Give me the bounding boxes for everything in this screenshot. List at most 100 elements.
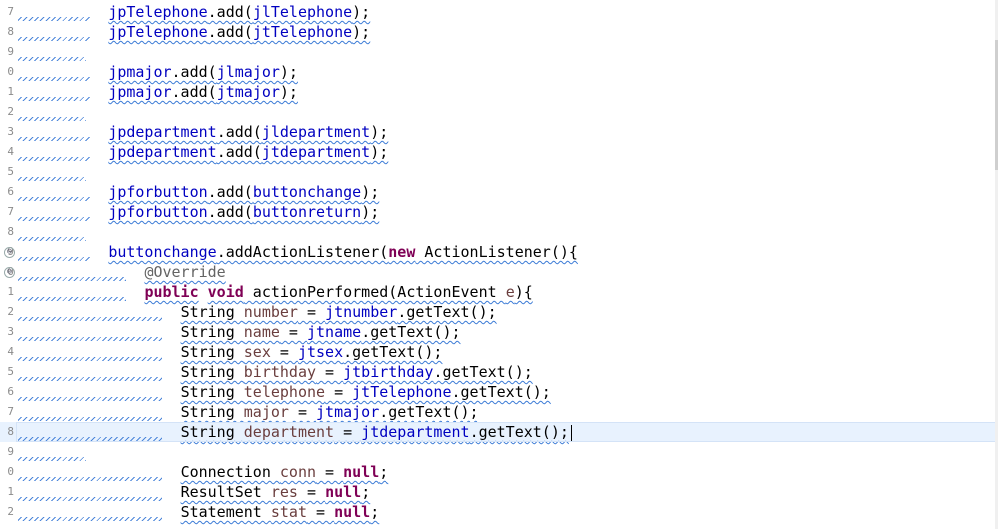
code-line[interactable]: 6 String telephone = jtTelephone.getText… (0, 382, 998, 402)
line-number: 9 (7, 45, 14, 58)
field-token: buttonchange (108, 243, 217, 261)
code-text: jpdepartment.add(jtdepartment); (18, 142, 388, 162)
code-token: String (180, 423, 244, 441)
code-line[interactable]: 9 ⊖ buttonchange.addActionListener(new Ac… (0, 242, 998, 262)
code-token: = (334, 423, 362, 441)
code-text: jpforbutton.add(buttonchange); (18, 182, 379, 202)
code-line[interactable]: 7 String major = jtmajor.getText(); (0, 402, 998, 422)
variable-token: stat (270, 503, 307, 521)
code-text: jpmajor.add(jlmajor); (18, 62, 298, 82)
code-line[interactable]: 0 Connection conn = null; (0, 462, 998, 482)
code-line[interactable]: 0 jpmajor.add(jlmajor); (0, 62, 998, 82)
code-token: ; (379, 463, 389, 481)
field-token: jtTelephone (352, 383, 452, 401)
code-text: public void actionPerformed(ActionEvent … (18, 282, 533, 302)
code-line[interactable]: 8 jpTelephone.add(jtTelephone); (0, 22, 998, 42)
code-line[interactable]: 7 jpforbutton.add(buttonreturn); (0, 202, 998, 222)
code-line[interactable]: 3 jpdepartment.add(jldepartment); (0, 122, 998, 142)
code-token: ); (370, 123, 389, 141)
line-number: 8 (7, 225, 14, 238)
code-text: String department = jtdepartment.getText… (18, 422, 572, 442)
variable-token: number (243, 303, 298, 321)
keyword-token: new (388, 243, 416, 261)
field-token: buttonchange (252, 183, 362, 201)
code-token: = (325, 383, 353, 401)
code-line[interactable]: 4 jpdepartment.add(jtdepartment); (0, 142, 998, 162)
code-text: String birthday = jtbirthday.getText(); (18, 362, 533, 382)
field-token: jpmajor (108, 83, 172, 101)
variable-token: sex (243, 343, 271, 361)
code-line[interactable]: 2 Statement stat = null; (0, 502, 998, 522)
field-token: jtsex (297, 343, 344, 361)
line-number: 4 (7, 345, 14, 358)
code-token: .add( (216, 143, 262, 161)
code-line[interactable]: 8 String department = jtdepartment.getTe… (0, 422, 998, 442)
field-token: jpforbutton (108, 183, 208, 201)
code-line[interactable]: 1 jpmajor.add(jtmajor); (0, 82, 998, 102)
code-line[interactable]: 3 String name = jtname.getText(); (0, 322, 998, 342)
field-token: jldepartment (261, 123, 371, 141)
line-number: 1 (7, 285, 14, 298)
code-line[interactable]: 5 String birthday = jtbirthday.getText()… (0, 362, 998, 382)
code-token: = (307, 503, 335, 521)
line-number: 6 (7, 385, 14, 398)
code-token: ); (352, 23, 371, 41)
code-token: ); (279, 83, 298, 101)
code-token: = (297, 303, 326, 321)
code-token: actionPerformed(ActionEvent (243, 283, 506, 301)
code-token: ); (352, 3, 371, 21)
keyword-token: null (325, 483, 362, 501)
fold-toggle-icon[interactable]: ⊖ (4, 267, 15, 278)
code-token: ){ (514, 283, 533, 301)
line-number: 3 (7, 325, 14, 338)
variable-token: res (270, 483, 298, 501)
code-line[interactable]: 9 (0, 442, 998, 462)
code-line[interactable]: 4 String sex = jtsex.getText(); (0, 342, 998, 362)
code-token: .getText(); (469, 423, 569, 441)
line-number: 5 (7, 365, 14, 378)
code-text: Statement stat = null; (18, 502, 380, 522)
code-line[interactable]: 1 public void actionPerformed(ActionEven… (0, 282, 998, 302)
code-line[interactable]: 8 (0, 222, 998, 242)
code-token: .getText(); (361, 323, 461, 341)
code-text: jpTelephone.add(jlTelephone); (18, 2, 370, 22)
code-line[interactable]: 2 (0, 102, 998, 122)
warning-underline (18, 237, 86, 241)
code-line[interactable]: 7 jpTelephone.add(jlTelephone); (0, 2, 998, 22)
code-line[interactable]: 2 String number = jtnumber.getText(); (0, 302, 998, 322)
field-token: jtbirthday (343, 363, 434, 381)
line-number: 8 (7, 25, 14, 38)
code-token: String (180, 363, 244, 381)
variable-token: e (505, 283, 515, 301)
field-token: jtmajor (216, 83, 280, 101)
code-text: String telephone = jtTelephone.getText()… (18, 382, 551, 402)
line-number: 6 (7, 185, 14, 198)
code-line[interactable]: 5 (0, 162, 998, 182)
line-number: 4 (7, 145, 14, 158)
code-text: buttonchange.addActionListener(new Actio… (18, 242, 578, 262)
field-token: jlmajor (216, 63, 280, 81)
code-line[interactable]: 1 ResultSet res = null; (0, 482, 998, 502)
variable-token: birthday (243, 363, 317, 381)
line-number: 2 (7, 305, 14, 318)
keyword-token: null (334, 503, 371, 521)
code-token: .add( (216, 123, 262, 141)
code-editor[interactable]: 7 jpTelephone.add(jlTelephone); 8 jpTelep… (0, 0, 998, 529)
code-line[interactable]: 0 ⊖ @Override (0, 262, 998, 282)
warning-underline (18, 117, 86, 121)
code-text: jpmajor.add(jtmajor); (18, 82, 298, 102)
code-token: .add( (207, 183, 253, 201)
code-line[interactable]: 9 (0, 42, 998, 62)
fold-toggle-icon[interactable]: ⊖ (4, 247, 15, 258)
code-token: .getText(); (343, 343, 443, 361)
code-text: String sex = jtsex.getText(); (18, 342, 443, 362)
code-line[interactable]: 6 jpforbutton.add(buttonchange); (0, 182, 998, 202)
code-text: String major = jtmajor.getText(); (18, 402, 479, 422)
text-caret (570, 424, 572, 441)
